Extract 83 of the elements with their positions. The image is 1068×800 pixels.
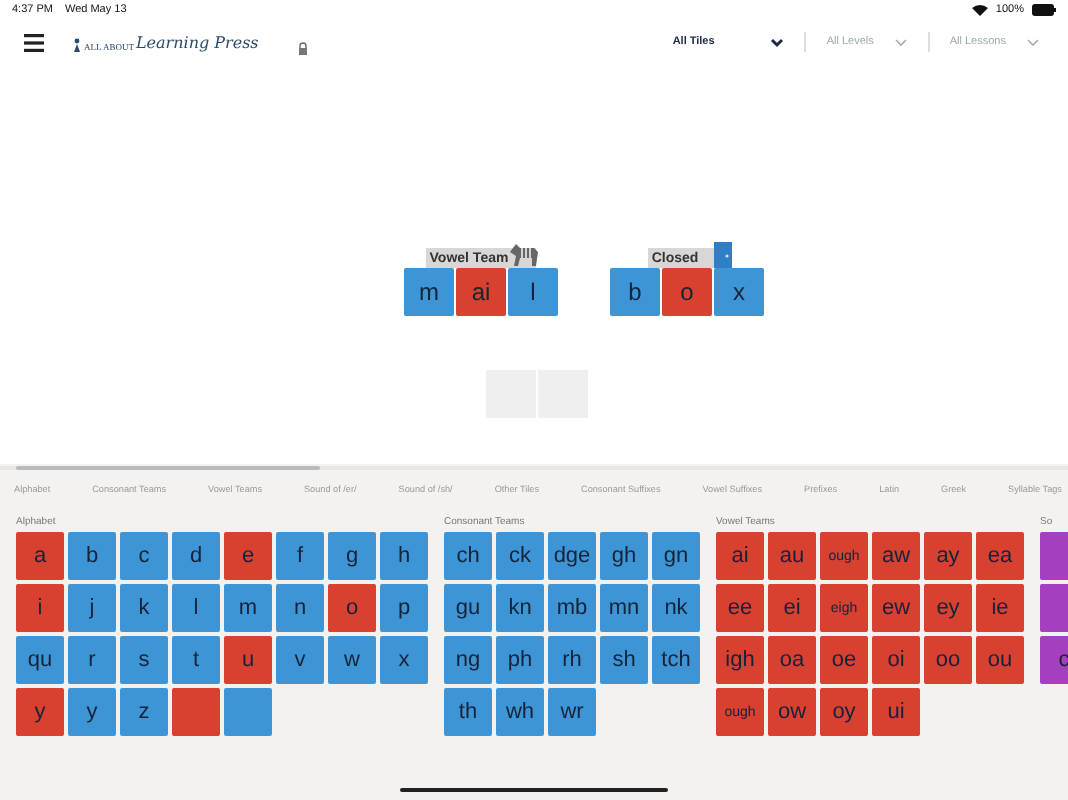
letter-tile[interactable]: au xyxy=(768,532,816,580)
letter-tile[interactable]: y xyxy=(68,688,116,736)
letter-tile[interactable]: l xyxy=(172,584,220,632)
letter-tile[interactable]: igh xyxy=(716,636,764,684)
zebra-icon xyxy=(506,240,542,268)
letter-tile[interactable]: aw xyxy=(872,532,920,580)
letter-tile[interactable]: z xyxy=(120,688,168,736)
letter-tile[interactable]: k xyxy=(120,584,168,632)
letter-tile[interactable]: e xyxy=(224,532,272,580)
letter-tile[interactable]: mn xyxy=(600,584,648,632)
lock-icon[interactable] xyxy=(298,41,309,55)
letter-tile[interactable]: b xyxy=(610,268,660,316)
letter-tile[interactable]: oe xyxy=(820,636,868,684)
letter-tile[interactable]: gu xyxy=(444,584,492,632)
letter-tile[interactable]: n xyxy=(276,584,324,632)
letter-tile[interactable]: ee xyxy=(716,584,764,632)
chevron-icon xyxy=(1026,37,1040,47)
letter-tile[interactable]: i xyxy=(16,584,64,632)
blank-tile[interactable] xyxy=(224,688,272,736)
logo-script: Learning Press xyxy=(135,33,259,51)
letter-tile[interactable]: ea xyxy=(976,532,1024,580)
letter-tile[interactable]: ai xyxy=(456,268,506,316)
letter-tile[interactable]: th xyxy=(444,688,492,736)
letter-tile[interactable]: ng xyxy=(444,636,492,684)
letter-tile[interactable]: c xyxy=(120,532,168,580)
letter-tile[interactable]: ui xyxy=(872,688,920,736)
letter-tile[interactable]: ou xyxy=(976,636,1024,684)
letter-tile[interactable]: wr xyxy=(548,688,596,736)
letter-tile[interactable]: t xyxy=(172,636,220,684)
letter-tile[interactable]: ch xyxy=(444,532,492,580)
letter-tile[interactable]: rh xyxy=(548,636,596,684)
letter-tile[interactable]: a xyxy=(16,532,64,580)
letter-tile[interactable]: r xyxy=(68,636,116,684)
door-icon xyxy=(714,242,732,268)
blank-tile[interactable] xyxy=(172,688,220,736)
letter-tile[interactable]: ew xyxy=(872,584,920,632)
letter-tile[interactable]: m xyxy=(404,268,454,316)
letter-tile[interactable]: ow xyxy=(768,688,816,736)
letter-tile[interactable]: m xyxy=(224,584,272,632)
letter-tile[interactable]: kn xyxy=(496,584,544,632)
letter-tile[interactable]: f xyxy=(276,532,324,580)
wifi-icon xyxy=(971,4,988,16)
letter-tile[interactable]: ai xyxy=(716,532,764,580)
logo-icon xyxy=(72,37,82,51)
letter-tile[interactable]: sh xyxy=(600,636,648,684)
letter-tile[interactable]: dge xyxy=(548,532,596,580)
letter-tile[interactable]: j xyxy=(68,584,116,632)
letter-tile[interactable]: ei xyxy=(768,584,816,632)
letter-tile[interactable]: x xyxy=(380,636,428,684)
letter-tile[interactable]: u xyxy=(224,636,272,684)
letter-tile[interactable]: d xyxy=(172,532,220,580)
letter-tile[interactable]: oo xyxy=(924,636,972,684)
letter-tile[interactable]: tch xyxy=(652,636,700,684)
letter-tile[interactable]: oy xyxy=(820,688,868,736)
battery-icon xyxy=(1032,4,1056,16)
letter-tile[interactable]: ay xyxy=(924,532,972,580)
letter-tile[interactable]: oi xyxy=(872,636,920,684)
letter-tile[interactable]: oa xyxy=(768,636,816,684)
letter-tile[interactable]: p xyxy=(380,584,428,632)
letter-tile[interactable]: g xyxy=(328,532,376,580)
letter-tile[interactable]: qu xyxy=(16,636,64,684)
letter-tile[interactable]: mb xyxy=(548,584,596,632)
letter-tile[interactable]: h xyxy=(380,532,428,580)
letter-tile[interactable]: w xyxy=(328,636,376,684)
letter-tile[interactable]: ey xyxy=(924,584,972,632)
letter-tile[interactable]: v xyxy=(276,636,324,684)
letter-tile[interactable]: nk xyxy=(652,584,700,632)
menu-icon[interactable] xyxy=(24,33,44,51)
letter-tile[interactable]: y xyxy=(16,688,64,736)
letter-tile[interactable]: o xyxy=(328,584,376,632)
chevron-icon xyxy=(893,37,908,47)
letter-tile[interactable]: ck xyxy=(496,532,544,580)
letter-tile[interactable]: o xyxy=(662,268,712,316)
letter-tile[interactable]: ie xyxy=(976,584,1024,632)
letter-tile[interactable]: wh xyxy=(496,688,544,736)
letter-tile[interactable]: gh xyxy=(600,532,648,580)
letter-tile[interactable]: ph xyxy=(496,636,544,684)
letter-tile[interactable]: x xyxy=(714,268,764,316)
letter-tile[interactable]: l xyxy=(508,268,558,316)
letter-tile[interactable]: b xyxy=(68,532,116,580)
letter-tile[interactable]: gn xyxy=(652,532,700,580)
chevron-icon xyxy=(770,37,785,47)
letter-tile[interactable]: s xyxy=(120,636,168,684)
